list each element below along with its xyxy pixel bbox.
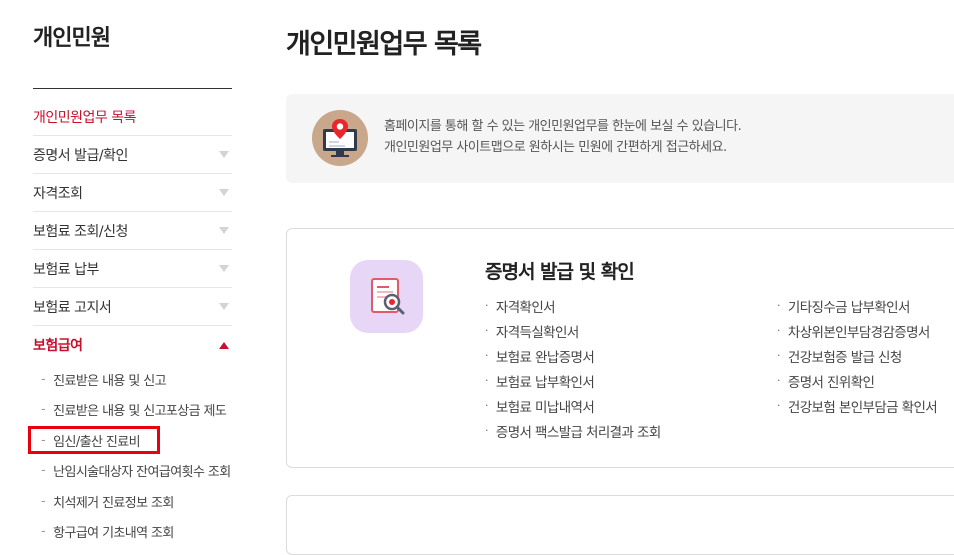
card-title: 증명서 발급 및 확인 xyxy=(485,261,635,283)
menu-item-civil-list[interactable]: 개인민원업무 목록 xyxy=(33,98,232,136)
menu-item-certificates[interactable]: 증명서 발급/확인 xyxy=(33,136,232,174)
dash-icon: - xyxy=(41,432,46,448)
dash-icon: - xyxy=(41,524,46,540)
sidebar-divider xyxy=(33,88,232,89)
menu-item-label: 개인민원업무 목록 xyxy=(33,109,137,126)
submenu-item-label: 진료받은 내용 및 신고포상금 제도 xyxy=(53,404,227,420)
dash-icon: - xyxy=(41,463,46,479)
chevron-down-icon xyxy=(219,151,229,158)
bullet-icon: · xyxy=(777,299,780,312)
menu-item-label: 자격조회 xyxy=(33,185,83,202)
bullet-icon: · xyxy=(777,349,780,362)
submenu-item[interactable]: - 진료받은 내용 및 신고포상금 제도 xyxy=(33,395,232,426)
chevron-down-icon xyxy=(219,227,229,234)
dash-icon: - xyxy=(41,493,46,509)
next-card xyxy=(286,495,954,555)
list-item[interactable]: · 자격득실확인서 xyxy=(485,318,661,343)
list-item-label: 차상위본인부담경감증명서 xyxy=(787,324,930,341)
menu-item-label: 보험급여 xyxy=(33,338,83,354)
page-title: 개인민원업무 목록 xyxy=(286,29,482,60)
bullet-icon: · xyxy=(485,424,488,437)
list-item-label: 보험료 미납내역서 xyxy=(495,399,595,416)
chevron-down-icon xyxy=(219,303,229,310)
list-item[interactable]: · 증명서 진위확인 xyxy=(777,368,937,393)
info-box: 홈페이지를 통해 할 수 있는 개인민원업무를 한눈에 보실 수 있습니다. 개… xyxy=(286,94,954,183)
list-item-label: 보험료 납부확인서 xyxy=(495,374,595,391)
sidebar-title: 개인민원 xyxy=(33,26,111,51)
monitor-map-pin-icon xyxy=(312,110,368,166)
submenu-item-label: 진료받은 내용 및 신고 xyxy=(53,373,166,389)
list-item[interactable]: · 보험료 완납증명서 xyxy=(485,343,661,368)
list-item[interactable]: · 자격확인서 xyxy=(485,293,661,318)
dash-icon: - xyxy=(41,402,46,418)
list-item-label: 건강보험증 발급 신청 xyxy=(787,349,902,366)
list-item-label: 자격확인서 xyxy=(495,299,556,316)
info-text: 홈페이지를 통해 할 수 있는 개인민원업무를 한눈에 보실 수 있습니다. 개… xyxy=(384,116,742,158)
menu-item-label: 보험료 조회/신청 xyxy=(33,223,128,240)
chevron-up-icon xyxy=(219,341,229,349)
bullet-icon: · xyxy=(485,374,488,387)
list-item[interactable]: · 기타징수금 납부확인서 xyxy=(777,293,937,318)
list-item-label: 기타징수금 납부확인서 xyxy=(787,299,911,316)
bullet-icon: · xyxy=(485,299,488,312)
menu-item-benefits[interactable]: 보험급여 xyxy=(33,326,232,364)
certificate-list-right: · 기타징수금 납부확인서 · 차상위본인부담경감증명서 · 건강보험증 발급 신청 … xyxy=(777,293,938,418)
submenu-item-label: 항구급여 기초내역 조회 xyxy=(53,526,174,542)
list-item[interactable]: · 건강보험 본인부담금 확인서 xyxy=(777,393,938,418)
submenu-item[interactable]: - 치석제거 진료정보 조회 xyxy=(33,486,232,517)
list-item-label: 보험료 완납증명서 xyxy=(495,349,595,366)
list-item[interactable]: · 보험료 미납내역서 xyxy=(485,393,661,418)
list-item[interactable]: · 차상위본인부담경감증명서 xyxy=(777,318,937,343)
menu-item-eligibility[interactable]: 자격조회 xyxy=(33,174,232,212)
list-item-label: 건강보험 본인부담금 확인서 xyxy=(787,399,938,416)
bullet-icon: · xyxy=(777,374,780,387)
document-magnifier-icon xyxy=(350,260,423,333)
list-item-label: 증명서 진위확인 xyxy=(787,374,875,391)
bullet-icon: · xyxy=(485,324,488,337)
bullet-icon: · xyxy=(777,399,780,412)
list-item[interactable]: · 증명서 팩스발급 처리결과 조회 xyxy=(485,418,661,443)
bullet-icon: · xyxy=(485,399,488,412)
menu-item-label: 보험료 납부 xyxy=(33,261,99,278)
bullet-icon: · xyxy=(777,324,780,337)
menu-item-premium-notice[interactable]: 보험료 고지서 xyxy=(33,288,232,326)
submenu-item-label: 치석제거 진료정보 조회 xyxy=(53,495,174,511)
list-item-label: 자격득실확인서 xyxy=(495,324,579,341)
certificate-card: 증명서 발급 및 확인 · 자격확인서 · 자격득실확인서 · 보험료 완납증명서 ·… xyxy=(286,228,954,468)
sidebar-menu: 개인민원업무 목록 증명서 발급/확인 자격조회 보험료 조회/신청 보험료 납… xyxy=(28,98,232,548)
menu-item-label: 보험료 고지서 xyxy=(33,299,112,316)
submenu-item-label: 난임시술대상자 잔여급여횟수 조회 xyxy=(53,465,231,481)
benefits-submenu: - 진료받은 내용 및 신고 - 진료받은 내용 및 신고포상금 제도 - 임신… xyxy=(28,364,232,548)
submenu-item[interactable]: - 항구급여 기초내역 조회 xyxy=(33,517,232,548)
certificate-list-left: · 자격확인서 · 자격득실확인서 · 보험료 완납증명서 · 보험료 납부확인서 · 보… xyxy=(485,293,661,443)
bullet-icon: · xyxy=(485,349,488,362)
list-item[interactable]: · 보험료 납부확인서 xyxy=(485,368,661,393)
menu-item-premium-payment[interactable]: 보험료 납부 xyxy=(33,250,232,288)
submenu-item[interactable]: - 난임시술대상자 잔여급여횟수 조회 xyxy=(33,456,232,487)
submenu-item-pregnancy[interactable]: - 임신/출산 진료비 xyxy=(28,425,232,456)
submenu-item[interactable]: - 진료받은 내용 및 신고 xyxy=(33,364,232,395)
sidebar: 개인민원 개인민원업무 목록 증명서 발급/확인 자격조회 보험료 조회/신청 … xyxy=(0,0,260,541)
dash-icon: - xyxy=(41,371,46,387)
list-item-label: 증명서 팩스발급 처리결과 조회 xyxy=(495,424,661,441)
menu-item-label: 증명서 발급/확인 xyxy=(33,147,128,164)
chevron-down-icon xyxy=(219,189,229,196)
info-line-1: 홈페이지를 통해 할 수 있는 개인민원업무를 한눈에 보실 수 있습니다. xyxy=(384,119,742,134)
list-item[interactable]: · 건강보험증 발급 신청 xyxy=(777,343,937,368)
chevron-down-icon xyxy=(219,265,229,272)
submenu-item-label: 임신/출산 진료비 xyxy=(53,434,140,450)
menu-item-premium-inquiry[interactable]: 보험료 조회/신청 xyxy=(33,212,232,250)
info-line-2: 개인민원업무 사이트맵으로 원하시는 민원에 간편하게 접근하세요. xyxy=(384,140,727,155)
